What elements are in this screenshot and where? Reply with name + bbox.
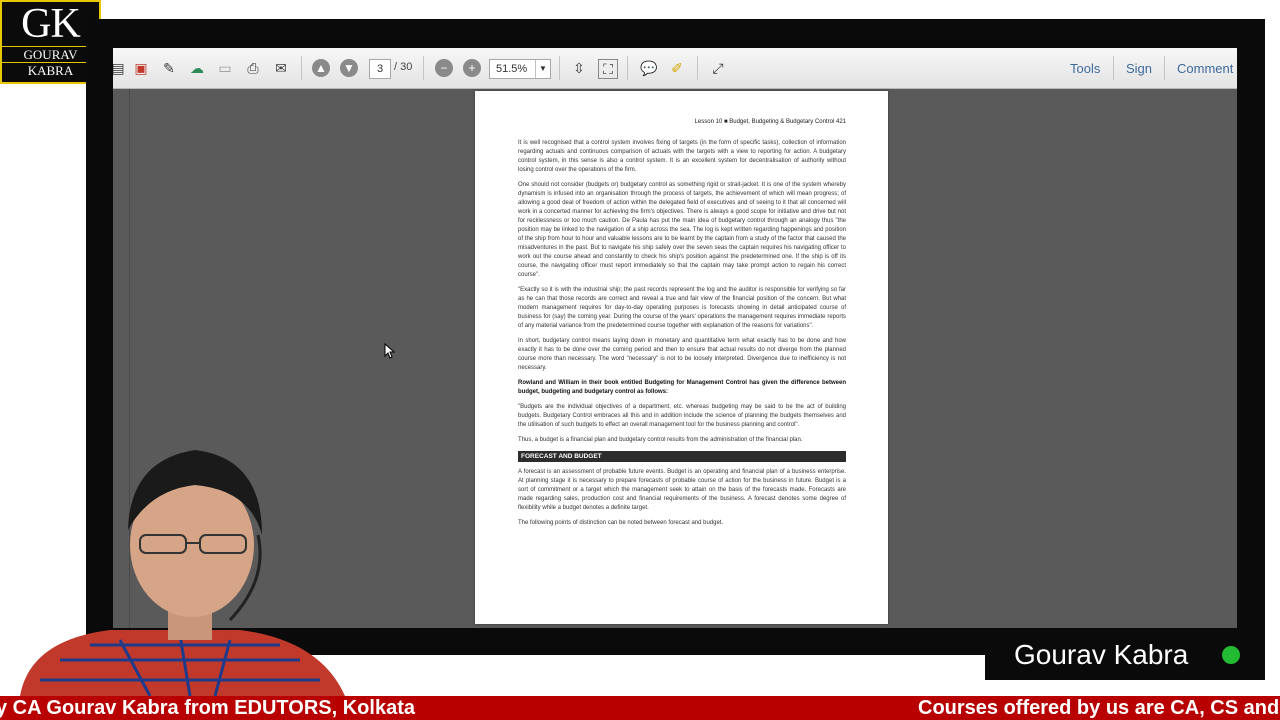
- pdf-toolbar: ▤ ▣ ✎ ☁ ▭ ⎙ ✉ ▲ ▼ 3 / 30 − + 51.5% ▼ ⇳ ⛶…: [113, 48, 1237, 89]
- pages-icon[interactable]: ▤: [113, 59, 127, 77]
- tools-link[interactable]: Tools: [1070, 61, 1100, 76]
- paragraph: "Budgets are the individual objectives o…: [518, 404, 846, 428]
- paragraph: The following points of distinction can …: [518, 520, 724, 526]
- logo-line-1: GOURAV: [2, 46, 99, 62]
- create-pdf-icon[interactable]: ▣: [132, 59, 150, 77]
- comment-bubble-icon[interactable]: 💬: [640, 59, 658, 77]
- fit-page-icon[interactable]: ⛶: [598, 59, 618, 79]
- print-icon[interactable]: ⎙: [244, 59, 262, 77]
- separator: [301, 56, 302, 80]
- presenter-nameplate: Gourav Kabra: [985, 630, 1265, 680]
- comment-link[interactable]: Comment: [1177, 61, 1233, 76]
- page-body: It is well recognised that a control sys…: [518, 139, 846, 534]
- presenter-webcam: [20, 450, 345, 696]
- separator: [1113, 56, 1114, 80]
- page-number-input[interactable]: 3: [369, 59, 391, 79]
- next-page-icon[interactable]: ▼: [340, 59, 358, 77]
- live-status-dot: [1222, 646, 1240, 664]
- page-header: Lesson 10 ■ Budget, Budgeting & Budgetar…: [694, 119, 846, 125]
- separator: [559, 56, 560, 80]
- upload-cloud-icon[interactable]: ☁: [188, 59, 206, 77]
- pdf-page: Lesson 10 ■ Budget, Budgeting & Budgetar…: [475, 91, 888, 624]
- paragraph: One should not consider (budgets or) bud…: [518, 182, 846, 278]
- zoom-out-icon[interactable]: −: [435, 59, 453, 77]
- bold-paragraph: Rowland and William in their book entitl…: [518, 380, 846, 395]
- paragraph: In short, budgetary control means laying…: [518, 338, 846, 371]
- news-ticker: y CA Gourav Kabra from EDUTORS, Kolkata …: [0, 696, 1280, 720]
- ticker-text-right: Courses offered by us are CA, CS and: [918, 697, 1280, 719]
- chevron-down-icon[interactable]: ▼: [535, 60, 550, 78]
- separator: [627, 56, 628, 80]
- sign-link[interactable]: Sign: [1126, 61, 1152, 76]
- edit-icon[interactable]: ✎: [160, 59, 178, 77]
- mouse-cursor-icon: [384, 343, 396, 359]
- highlight-icon[interactable]: ✐: [668, 59, 686, 77]
- fit-width-icon[interactable]: ⇳: [570, 59, 588, 77]
- logo-line-2: KABRA: [2, 62, 99, 78]
- zoom-value: 51.5%: [496, 63, 528, 75]
- logo-mark: GK: [21, 1, 81, 47]
- prev-page-icon[interactable]: ▲: [312, 59, 330, 77]
- separator: [1164, 56, 1165, 80]
- zoom-select[interactable]: 51.5% ▼: [489, 59, 551, 79]
- email-icon[interactable]: ✉: [272, 59, 290, 77]
- zoom-in-icon[interactable]: +: [463, 59, 481, 77]
- separator: [423, 56, 424, 80]
- paragraph: A forecast is an assessment of probable …: [518, 469, 846, 511]
- section-heading: FORECAST AND BUDGET: [518, 451, 846, 462]
- separator: [697, 56, 698, 80]
- fullscreen-icon[interactable]: ⤢: [709, 59, 727, 77]
- save-icon[interactable]: ▭: [216, 59, 234, 77]
- paragraph: Thus, a budget is a financial plan and b…: [518, 437, 803, 443]
- page-total: / 30: [394, 61, 413, 73]
- paragraph: "Exactly so it is with the industrial sh…: [518, 287, 846, 329]
- presenter-name: Gourav Kabra: [1014, 639, 1189, 670]
- paragraph: It is well recognised that a control sys…: [518, 140, 846, 173]
- ticker-text-left: y CA Gourav Kabra from EDUTORS, Kolkata: [0, 697, 415, 719]
